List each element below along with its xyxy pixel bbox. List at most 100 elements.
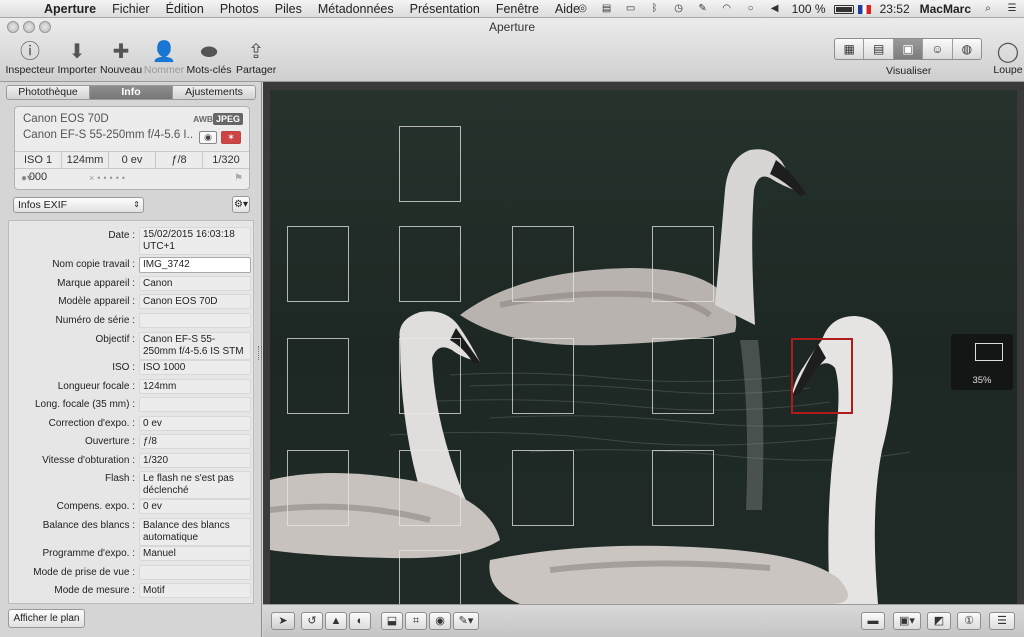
- import-button[interactable]: ⬇ Importer: [57, 40, 97, 76]
- gear-menu-button[interactable]: ⚙▾: [232, 196, 250, 213]
- inspector-tabs: Photothèque Info Ajustements: [6, 85, 256, 100]
- show-map-button[interactable]: Afficher le plan: [8, 609, 85, 628]
- lens-name: Canon EF-S 55-250mm f/4-5.6 I...: [23, 129, 193, 141]
- clock[interactable]: 23:52: [880, 2, 910, 16]
- af-point: [287, 226, 349, 302]
- tab-library[interactable]: Photothèque: [7, 86, 90, 99]
- window-toolbar: Aperture ⓘ Inspecteur ⬇ Importer ✚ Nouve…: [0, 18, 1024, 82]
- keywords-button[interactable]: ⬬ Mots-clés: [186, 40, 232, 76]
- loupe-button[interactable]: ◯ Loupe: [992, 40, 1024, 76]
- stamp-icon: ▲: [330, 615, 342, 627]
- lift-icon: ◐: [356, 615, 364, 627]
- notification-center-icon[interactable]: ☰: [1004, 3, 1020, 15]
- af-point: [512, 338, 574, 414]
- zoom-frame[interactable]: [975, 343, 1003, 361]
- wifi-icon[interactable]: ◠: [719, 3, 735, 15]
- menu-fenetre[interactable]: Fenêtre: [488, 2, 547, 16]
- airplay-icon[interactable]: ▭: [623, 3, 639, 15]
- metadata-view-select[interactable]: Infos EXIF ⇕: [13, 197, 144, 213]
- format-badge: JPEG: [212, 113, 243, 125]
- inspector-button[interactable]: ⓘ Inspecteur: [5, 40, 55, 76]
- af-point: [399, 450, 461, 526]
- share-button[interactable]: ⇪ Partager: [236, 40, 276, 76]
- stamp-tool-button[interactable]: ▲: [325, 612, 347, 630]
- focal-value: 124mm: [62, 152, 109, 168]
- straighten-tool-button[interactable]: ⬓: [381, 612, 403, 630]
- exposure-stats: ISO 1 000 124mm 0 ev ƒ/8 1/320: [15, 151, 249, 183]
- plus-icon: ✚: [112, 41, 130, 63]
- straighten-icon: ⬓: [386, 615, 398, 627]
- list-icon: ☰: [997, 615, 1007, 627]
- metering-icon: ✶: [221, 131, 241, 144]
- zoom-percent: 35%: [972, 375, 992, 386]
- split-view-icon[interactable]: ▤: [864, 39, 894, 59]
- menu-edition[interactable]: Édition: [158, 2, 212, 16]
- download-arrow-icon: ⬇: [68, 41, 86, 63]
- input-source-flag-icon[interactable]: [857, 4, 871, 14]
- battery-icon[interactable]: [833, 4, 854, 14]
- menu-app[interactable]: Aperture: [34, 2, 104, 16]
- new-button[interactable]: ✚ Nouveau: [100, 40, 142, 76]
- rotate-tool-button[interactable]: ↺: [301, 612, 323, 630]
- name-faces-button[interactable]: 👤 Nommer: [143, 40, 185, 76]
- menu-presentation[interactable]: Présentation: [402, 2, 488, 16]
- af-point: [399, 226, 461, 302]
- person-icon: 👤: [151, 41, 177, 63]
- camera-model: Canon EOS 70D: [23, 113, 109, 125]
- exif-table: Date : 15/02/2015 16:03:18 UTC+1 Nom cop…: [8, 220, 254, 604]
- arrow-pointer-icon: ➤: [278, 615, 288, 627]
- select-tool-button[interactable]: ➤: [271, 612, 295, 630]
- faces-view-icon[interactable]: ☺: [923, 39, 953, 59]
- lift-tool-button[interactable]: ◐: [349, 612, 371, 630]
- af-point: [399, 550, 461, 604]
- sync-icon[interactable]: ◎: [575, 3, 591, 15]
- version-name-field[interactable]: IMG_3742: [139, 257, 251, 273]
- share-icon: ⇪: [247, 41, 265, 63]
- af-point: [399, 126, 461, 202]
- tab-info[interactable]: Info: [90, 86, 173, 99]
- red-eye-tool-button[interactable]: ◉: [429, 612, 451, 630]
- fullscreen-button[interactable]: ◩: [927, 612, 951, 630]
- brush-tool-button[interactable]: ✎▾: [453, 612, 479, 630]
- primary-only-button[interactable]: ①: [957, 612, 981, 630]
- browser-view-icon[interactable]: ▦: [835, 39, 865, 59]
- af-point: [287, 450, 349, 526]
- brush-icon: ✎▾: [458, 615, 474, 627]
- places-view-icon[interactable]: ◍: [953, 39, 981, 59]
- evernote-icon[interactable]: ✎: [695, 3, 711, 15]
- viewer-view-icon[interactable]: ▣: [893, 39, 924, 59]
- menu-photos[interactable]: Photos: [212, 2, 267, 16]
- menu-fichier[interactable]: Fichier: [104, 2, 158, 16]
- menu-bar: Aperture Fichier Édition Photos Piles Mé…: [0, 0, 1024, 18]
- zoom-navigator[interactable]: 35%: [951, 334, 1013, 390]
- photo-canvas[interactable]: 35%: [270, 90, 1017, 604]
- tag-icon: ⬬: [200, 41, 218, 63]
- single-view-icon: ①: [964, 615, 974, 627]
- camera-info-card: Canon EOS 70D Canon EF-S 55-250mm f/4-5.…: [14, 106, 250, 190]
- bluetooth-icon[interactable]: ᛒ: [647, 3, 663, 15]
- star-rating[interactable]: ×•••••: [89, 173, 128, 183]
- loupe-icon: ◯: [996, 41, 1020, 63]
- chevron-updown-icon: ⇕: [133, 200, 140, 209]
- tab-adjustments[interactable]: Ajustements: [173, 86, 255, 99]
- spotlight-icon[interactable]: ⌕: [980, 3, 996, 15]
- panel-splitter-handle[interactable]: [258, 346, 262, 360]
- ram-icon[interactable]: ▤: [599, 3, 615, 15]
- camera-mode-icon: ◉: [199, 131, 217, 144]
- user-name[interactable]: MacMarc: [920, 2, 971, 16]
- flag-icon[interactable]: ⚑: [234, 173, 243, 184]
- time-machine-icon[interactable]: ◷: [671, 3, 687, 15]
- swans-photo: [270, 90, 1017, 604]
- af-point: [652, 226, 714, 302]
- battery-percent[interactable]: 100 %: [792, 2, 826, 16]
- volume-icon[interactable]: ◀: [767, 3, 783, 15]
- message-icon[interactable]: ○: [743, 3, 759, 15]
- color-label-icon[interactable]: ●▾: [21, 173, 32, 184]
- menu-piles[interactable]: Piles: [267, 2, 310, 16]
- menu-metadonnees[interactable]: Métadonnées: [310, 2, 402, 16]
- crop-tool-button[interactable]: ⌗: [405, 612, 427, 630]
- photo-viewer: 35%: [263, 82, 1024, 604]
- stack-button[interactable]: ▬: [861, 612, 885, 630]
- list-view-button[interactable]: ☰: [989, 612, 1015, 630]
- overlay-menu-button[interactable]: ▣▾: [893, 612, 921, 630]
